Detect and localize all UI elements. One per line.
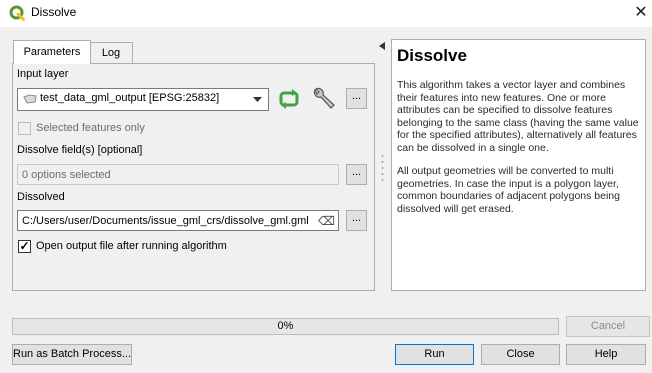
wrench-icon[interactable]	[311, 87, 337, 111]
title-bar	[0, 0, 652, 27]
selected-features-only-checkbox[interactable]	[18, 122, 31, 135]
window-title: Dissolve	[31, 5, 77, 19]
open-output-label: Open output file after running algorithm	[36, 240, 227, 252]
polygon-layer-icon	[23, 94, 37, 104]
iterate-over-features-icon[interactable]	[278, 88, 300, 110]
dissolved-output-label: Dissolved	[17, 191, 65, 203]
collapse-left-icon[interactable]	[379, 42, 385, 50]
panel-splitter[interactable]	[379, 40, 387, 290]
close-button[interactable]: Close	[481, 344, 560, 365]
input-layer-browse-button[interactable]: ...	[346, 88, 367, 109]
cancel-button[interactable]: Cancel	[566, 316, 650, 337]
splitter-grip-icon	[381, 155, 384, 181]
selected-features-only-label: Selected features only	[36, 122, 145, 134]
tab-log[interactable]: Log	[89, 42, 133, 63]
dissolve-fields-select-button[interactable]: ...	[346, 164, 367, 185]
input-layer-combobox[interactable]: test_data_gml_output [EPSG:25832]	[17, 88, 269, 111]
help-panel: Dissolve This algorithm takes a vector l…	[391, 39, 646, 291]
open-output-checkbox[interactable]: ✓	[18, 240, 31, 253]
run-button[interactable]: Run	[395, 344, 474, 365]
tab-parameters[interactable]: Parameters	[13, 40, 91, 64]
progress-bar: 0%	[12, 318, 559, 335]
run-as-batch-button[interactable]: Run as Batch Process...	[12, 344, 132, 365]
input-layer-label: Input layer	[17, 68, 69, 80]
help-button[interactable]: Help	[566, 344, 646, 365]
help-title: Dissolve	[397, 46, 467, 65]
dissolved-output-browse-button[interactable]: ...	[346, 210, 367, 231]
dissolve-fields-input[interactable]: 0 options selected	[17, 164, 339, 185]
clear-field-icon[interactable]: ⌫	[318, 211, 335, 232]
dissolved-output-path-input[interactable]: C:/Users/user/Documents/issue_gml_crs/di…	[17, 210, 339, 231]
dissolved-output-path-value: C:/Users/user/Documents/issue_gml_crs/di…	[22, 215, 309, 227]
qgis-logo-icon	[9, 5, 25, 21]
chevron-down-icon	[253, 97, 262, 102]
help-paragraph-1: This algorithm takes a vector layer and …	[397, 79, 639, 154]
help-paragraph-2: All output geometries will be converted …	[397, 165, 620, 215]
dissolve-fields-label: Dissolve field(s) [optional]	[17, 144, 143, 156]
close-window-button[interactable]: ✕	[631, 3, 651, 23]
input-layer-value: test_data_gml_output [EPSG:25832]	[40, 92, 220, 104]
